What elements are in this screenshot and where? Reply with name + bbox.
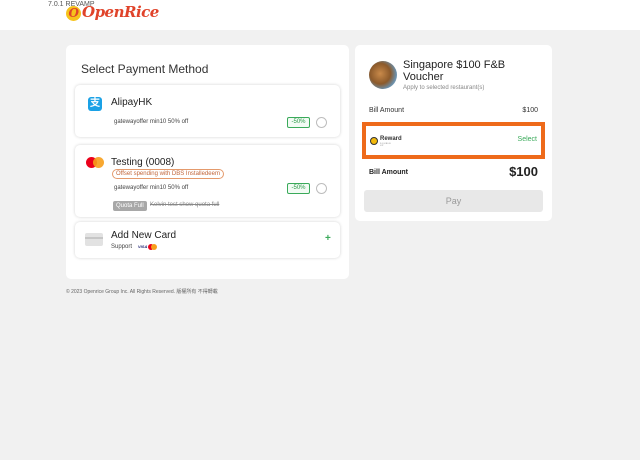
reward-subname: DOUBLE UP	[380, 143, 392, 147]
reward-name: Reward	[380, 136, 402, 142]
reward-selector[interactable]: Reward DOUBLE UP Select	[362, 122, 545, 159]
logo-mark-icon: O	[66, 6, 81, 21]
visa-logo-icon: VISA	[138, 244, 148, 249]
openrice-logo[interactable]: O OpenRice	[66, 3, 159, 21]
reward-select-link[interactable]: Select	[518, 136, 537, 143]
bill-amount-label: Bill Amount	[369, 107, 405, 114]
payment-option-name: AlipayHK	[111, 97, 153, 108]
top-bar: 7.0.1 REVAMP O OpenRice	[0, 0, 640, 30]
quota-full-text: Kelvin test show quota full	[150, 202, 220, 208]
voucher-subtitle: Apply to selected restaurant(s)	[403, 85, 485, 91]
payment-radio-testing[interactable]	[316, 183, 327, 194]
payment-option-alipayhk[interactable]: 支 AlipayHK gatewayoffer min10 50% off -5…	[75, 85, 340, 137]
voucher-summary-card: Singapore $100 F&B Voucher Apply to sele…	[355, 45, 552, 221]
payment-option-name: Testing (0008)	[111, 157, 175, 168]
credit-card-icon	[85, 233, 103, 246]
plus-icon[interactable]: +	[325, 233, 331, 244]
voucher-image	[369, 61, 397, 89]
gateway-offer-text: gatewayoffer min10 50% off	[114, 185, 189, 191]
payment-method-title: Select Payment Method	[81, 62, 209, 76]
logo-text: OpenRice	[82, 3, 159, 21]
payment-option-testing[interactable]: Testing (0008) Offset spending with DBS …	[75, 145, 340, 217]
gateway-offer-text: gatewayoffer min10 50% off	[114, 119, 189, 125]
mastercard-icon	[86, 157, 104, 169]
copyright-footer: © 2023 Openrice Group Inc. All Rights Re…	[66, 289, 218, 295]
pay-button[interactable]: Pay	[364, 190, 543, 212]
quota-full-badge: Quota Full	[113, 201, 147, 211]
bill-amount-value: $100	[522, 107, 538, 114]
discount-badge: -50%	[287, 117, 310, 128]
payment-method-card: Select Payment Method 支 AlipayHK gateway…	[66, 45, 349, 279]
alipay-icon: 支	[88, 97, 102, 111]
add-new-card-button[interactable]: Add New Card Support VISA +	[75, 222, 340, 258]
support-label: Support	[111, 244, 133, 250]
add-card-label: Add New Card	[111, 230, 177, 241]
payment-radio-alipayhk[interactable]	[316, 117, 327, 128]
voucher-title: Singapore $100 F&B Voucher	[403, 59, 506, 83]
discount-badge: -50%	[287, 183, 310, 194]
mastercard-mini-icon	[148, 244, 157, 250]
total-bill-label: Bill Amount	[369, 169, 409, 176]
total-bill-value: $100	[509, 164, 538, 179]
offset-spending-tag: Offset spending with DBS Installedeem	[112, 169, 224, 179]
